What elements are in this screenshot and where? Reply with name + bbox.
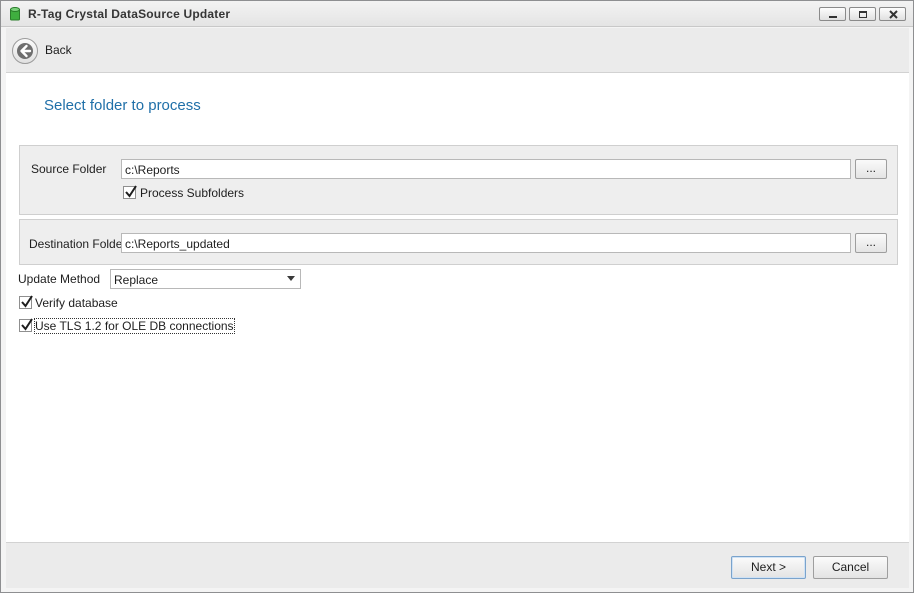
destination-folder-panel: Destination Folder c:\Reports_updated ..… xyxy=(19,219,898,265)
page-title: Select folder to process xyxy=(44,97,201,114)
update-method-label: Update Method xyxy=(18,272,101,286)
window-title: R-Tag Crystal DataSource Updater xyxy=(28,7,231,21)
verify-database-label[interactable]: Verify database xyxy=(35,296,118,310)
destination-folder-input[interactable]: c:\Reports_updated xyxy=(121,233,851,253)
destination-browse-button[interactable]: ... xyxy=(855,233,887,253)
back-button[interactable] xyxy=(12,38,38,64)
close-icon xyxy=(889,10,898,19)
checkmark-icon xyxy=(21,295,33,308)
update-method-value: Replace xyxy=(114,273,159,287)
source-folder-label: Source Folder xyxy=(31,162,107,176)
back-label[interactable]: Back xyxy=(45,43,72,57)
maximize-icon xyxy=(859,11,867,18)
destination-folder-label: Destination Folder xyxy=(29,237,127,251)
app-window: R-Tag Crystal DataSource Updater Back Se… xyxy=(0,0,914,593)
chevron-down-icon xyxy=(287,276,295,281)
maximize-button[interactable] xyxy=(849,7,876,21)
wizard-content: Select folder to process Source Folder c… xyxy=(6,73,909,542)
back-arrow-icon xyxy=(17,43,33,59)
source-folder-panel: Source Folder c:\Reports ... Process Sub… xyxy=(19,145,898,215)
database-icon xyxy=(10,7,20,21)
navigation-bar: Back xyxy=(6,28,909,73)
title-bar[interactable]: R-Tag Crystal DataSource Updater xyxy=(1,1,913,27)
update-method-select[interactable]: Replace xyxy=(110,269,301,289)
verify-database-checkbox[interactable] xyxy=(19,295,33,309)
source-browse-button[interactable]: ... xyxy=(855,159,887,179)
use-tls-label[interactable]: Use TLS 1.2 for OLE DB connections xyxy=(34,318,235,334)
use-tls-checkbox[interactable] xyxy=(19,318,33,332)
minimize-button[interactable] xyxy=(819,7,846,21)
footer-bar: Next > Cancel xyxy=(6,542,909,588)
cancel-button[interactable]: Cancel xyxy=(813,556,888,579)
checkmark-icon xyxy=(21,318,33,331)
minimize-icon xyxy=(829,16,837,18)
next-button[interactable]: Next > xyxy=(731,556,806,579)
close-button[interactable] xyxy=(879,7,906,21)
process-subfolders-checkbox[interactable] xyxy=(123,185,137,199)
checkmark-icon xyxy=(125,185,137,198)
source-folder-input[interactable]: c:\Reports xyxy=(121,159,851,179)
process-subfolders-label[interactable]: Process Subfolders xyxy=(140,186,244,200)
